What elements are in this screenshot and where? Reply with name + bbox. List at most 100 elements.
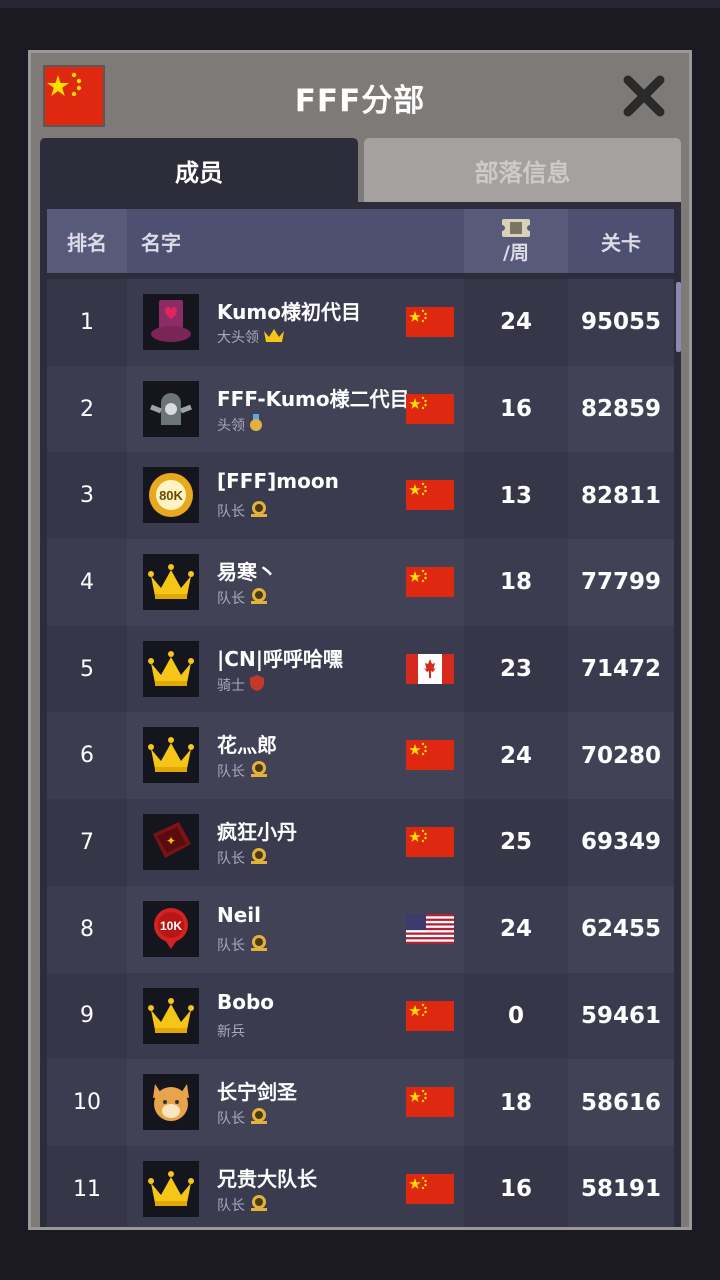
member-role: 新兵 bbox=[217, 1021, 245, 1041]
member-name-cell: Bobo 新兵 bbox=[127, 973, 464, 1060]
crown-icon bbox=[263, 327, 285, 347]
member-stage: 59461 bbox=[580, 1002, 662, 1029]
member-stage: 82859 bbox=[580, 396, 662, 423]
member-row[interactable]: 7 ✦ 疯狂小丹 队长 25 69349 bbox=[47, 799, 674, 886]
member-rank: 6 bbox=[47, 712, 127, 800]
member-role-label: 队长 bbox=[217, 504, 245, 521]
member-rank: 4 bbox=[47, 539, 127, 626]
ticket-icon bbox=[501, 218, 531, 237]
member-weekly: 13 bbox=[464, 452, 568, 540]
heart-top-hat-icon bbox=[143, 294, 199, 350]
member-role: 头领 bbox=[217, 413, 263, 436]
member-row[interactable]: 10 长宁剑圣 队长 18 58616 bbox=[47, 1059, 674, 1146]
member-role: 队长 bbox=[217, 847, 269, 869]
member-role-label: 队长 bbox=[217, 937, 245, 954]
member-row[interactable]: 11 兄贵大队长 队长 16 58191 bbox=[47, 1145, 674, 1227]
member-stage: 77799 bbox=[580, 569, 662, 596]
member-weekly: 0 bbox=[464, 972, 568, 1060]
member-stage: 70280 bbox=[580, 742, 662, 769]
member-stage: 82811 bbox=[580, 482, 662, 509]
member-weekly: 23 bbox=[464, 625, 568, 713]
member-name: 疯狂小丹 bbox=[217, 820, 297, 845]
china-flag-icon bbox=[406, 480, 454, 511]
clan-title: FFF分部 bbox=[294, 83, 426, 119]
member-stage: 62455 bbox=[580, 916, 662, 943]
member-name: 兄贵大队长 bbox=[217, 1166, 317, 1191]
member-role-label: 队长 bbox=[217, 764, 245, 781]
member-rank: 2 bbox=[47, 365, 127, 453]
member-stage: 95055 bbox=[580, 309, 662, 336]
captain-badge-icon bbox=[249, 1194, 269, 1216]
member-weekly: 25 bbox=[464, 799, 568, 886]
column-stage[interactable]: 关卡 bbox=[568, 209, 674, 273]
member-role-label: 骑士 bbox=[217, 677, 245, 694]
member-row[interactable]: 5 |CN|呼呼哈嘿 骑士 23 71472 bbox=[47, 625, 674, 713]
column-weekly[interactable]: /周 bbox=[464, 209, 568, 273]
shiba-dog-icon bbox=[143, 1074, 199, 1131]
member-name: 易寒丶 bbox=[217, 560, 277, 585]
close-icon[interactable] bbox=[619, 71, 669, 121]
member-row[interactable]: 8 10K Neil 队长 24 62455 bbox=[47, 885, 674, 973]
member-rank: 5 bbox=[47, 625, 127, 713]
china-flag-icon bbox=[406, 393, 454, 424]
china-flag-icon bbox=[406, 567, 454, 598]
tombstone-skull-icon bbox=[143, 380, 199, 437]
clan-members-panel: FFF分部 成员 部落信息 排名 名字 /周 关卡 1 Kumo様初代目 大头领… bbox=[28, 50, 692, 1230]
member-name-cell: Kumo様初代目 大头领 bbox=[127, 279, 464, 366]
member-weekly: 18 bbox=[464, 1059, 568, 1146]
member-name-cell: 兄贵大队长 队长 bbox=[127, 1146, 464, 1227]
80k-medal-icon: 80K bbox=[143, 467, 199, 524]
member-row[interactable]: 9 Bobo 新兵 0 59461 bbox=[47, 972, 674, 1060]
member-role-label: 队长 bbox=[217, 1197, 245, 1214]
member-weekly: 18 bbox=[464, 539, 568, 626]
member-role: 队长 bbox=[217, 500, 269, 522]
member-role: 队长 bbox=[217, 587, 269, 609]
member-name: Kumo様初代目 bbox=[217, 300, 361, 324]
member-row[interactable]: 4 易寒丶 队长 18 77799 bbox=[47, 539, 674, 626]
china-flag-icon bbox=[406, 1173, 454, 1204]
member-name: |CN|呼呼哈嘿 bbox=[217, 646, 344, 671]
member-rank: 1 bbox=[47, 279, 127, 366]
member-row[interactable]: 1 Kumo様初代目 大头领 24 95055 bbox=[47, 279, 674, 366]
member-role-label: 队长 bbox=[217, 1111, 245, 1128]
member-name: 长宁剑圣 bbox=[217, 1080, 297, 1105]
captain-badge-icon bbox=[249, 934, 269, 956]
member-stage: 58191 bbox=[580, 1176, 662, 1203]
member-name: Bobo bbox=[217, 989, 275, 1014]
tab-clan-info[interactable]: 部落信息 bbox=[364, 138, 681, 202]
captain-badge-icon bbox=[249, 760, 269, 782]
member-stage: 71472 bbox=[580, 656, 662, 683]
member-role-label: 新兵 bbox=[217, 1023, 245, 1040]
member-name-cell: FFF-Kumo様二代目 头领 bbox=[127, 366, 464, 453]
column-name[interactable]: 名字 bbox=[127, 209, 464, 273]
crown-avatar-icon bbox=[143, 1160, 199, 1217]
member-role-label: 头领 bbox=[217, 417, 245, 434]
member-row[interactable]: 6 花灬郎 队长 24 70280 bbox=[47, 712, 674, 800]
member-weekly: 16 bbox=[464, 365, 568, 453]
member-stage: 69349 bbox=[580, 829, 662, 856]
members-table: 排名 名字 /周 关卡 1 Kumo様初代目 大头领 24 95055 2 FF… bbox=[40, 202, 681, 1227]
svg-text:80K: 80K bbox=[159, 488, 183, 503]
member-name-cell: 80K [FFF]moon 队长 bbox=[127, 452, 464, 539]
member-rows: 1 Kumo様初代目 大头领 24 95055 2 FFF-Kumo様二代目 头… bbox=[47, 279, 674, 1227]
member-name-cell: 10K Neil 队长 bbox=[127, 886, 464, 973]
member-name-cell: 花灬郎 队长 bbox=[127, 712, 464, 799]
member-name-cell: |CN|呼呼哈嘿 骑士 bbox=[127, 626, 464, 713]
member-row[interactable]: 2 FFF-Kumo様二代目 头领 16 82859 bbox=[47, 365, 674, 453]
canada-flag-icon bbox=[406, 653, 454, 684]
member-weekly: 24 bbox=[464, 712, 568, 800]
captain-badge-icon bbox=[249, 1107, 269, 1129]
tab-members[interactable]: 成员 bbox=[40, 138, 358, 202]
member-row[interactable]: 3 80K [FFF]moon 队长 13 82811 bbox=[47, 452, 674, 540]
member-weekly: 16 bbox=[464, 1145, 568, 1227]
member-rank: 9 bbox=[47, 972, 127, 1060]
captain-badge-icon bbox=[249, 500, 269, 522]
scrollbar[interactable] bbox=[676, 282, 681, 352]
member-rank: 3 bbox=[47, 452, 127, 540]
crown-avatar-icon bbox=[143, 727, 199, 784]
spell-book-icon: ✦ bbox=[143, 814, 199, 871]
column-rank[interactable]: 排名 bbox=[47, 209, 127, 273]
member-role-label: 队长 bbox=[217, 591, 245, 608]
shield-icon bbox=[249, 674, 265, 696]
crown-avatar-icon bbox=[143, 554, 199, 611]
